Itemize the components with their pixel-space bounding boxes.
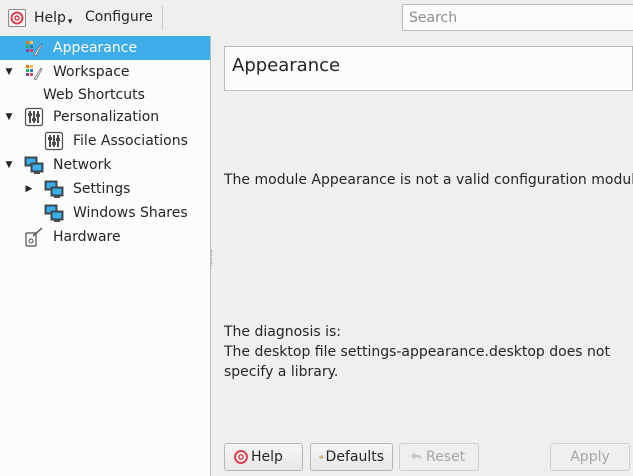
help-menu-label: Help (34, 10, 66, 26)
help-menu-button[interactable]: Help ▾ (8, 6, 72, 30)
network-settings-icon (44, 180, 64, 198)
reset-button[interactable]: Reset (399, 443, 479, 471)
chevron-right-icon[interactable]: ▶ (24, 184, 34, 194)
help-icon (234, 450, 248, 464)
sidebar-item-windows-shares[interactable]: Windows Shares (0, 201, 210, 225)
help-button[interactable]: Help (224, 443, 303, 471)
sidebar-item-web-shortcuts[interactable]: Web Shortcuts (0, 83, 210, 107)
workspace-icon (26, 65, 43, 81)
chevron-down-icon[interactable]: ▼ (4, 112, 14, 122)
sidebar-item-label: Windows Shares (73, 205, 188, 221)
file-associations-icon (44, 131, 64, 151)
sidebar-item-label: Web Shortcuts (43, 87, 145, 103)
apply-button[interactable]: Apply (550, 443, 630, 471)
sidebar-item-label: Hardware (53, 229, 121, 245)
defaults-button-label: Defaults (325, 449, 384, 465)
defaults-button[interactable]: Defaults (310, 443, 393, 471)
sidebar-item-label: Workspace (53, 64, 130, 80)
splitter-handle[interactable] (211, 250, 213, 266)
appearance-icon (26, 41, 43, 57)
sidebar-item-label: Personalization (53, 109, 160, 125)
sidebar-item-hardware[interactable]: Hardware (0, 225, 210, 249)
configure-button[interactable]: Configure (85, 9, 153, 25)
sidebar-item-workspace[interactable]: ▼ Workspace (0, 60, 210, 84)
sidebar-item-label: Appearance (53, 40, 138, 56)
network-icon (24, 156, 44, 174)
error-message: The module Appearance is not a valid con… (224, 172, 633, 188)
help-button-label: Help (251, 449, 283, 465)
chevron-down-icon[interactable]: ▼ (4, 67, 14, 77)
apply-button-label: Apply (570, 449, 610, 465)
chevron-down-icon[interactable]: ▼ (4, 160, 14, 170)
diagnosis-text-continued: specify a library. (224, 364, 339, 380)
page-title: Appearance (232, 55, 341, 76)
module-header: Appearance (224, 46, 633, 91)
sidebar-item-appearance[interactable]: Appearance (0, 36, 210, 60)
personalization-icon (24, 107, 44, 127)
hardware-icon (25, 227, 43, 247)
sidebar-item-personalization[interactable]: ▼ Personalization (0, 105, 210, 129)
sidebar-item-label: Network (53, 157, 112, 173)
undo-icon (411, 452, 422, 460)
sidebar-item-label: Settings (73, 181, 131, 197)
sidebar-item-label: File Associations (73, 133, 188, 149)
toolbar-separator (162, 6, 163, 30)
chevron-down-icon: ▾ (67, 17, 73, 27)
defaults-icon (319, 455, 324, 459)
windows-shares-icon (44, 204, 64, 222)
reset-button-label: Reset (426, 449, 466, 465)
diagnosis-label: The diagnosis is: (224, 324, 341, 340)
sidebar-item-file-associations[interactable]: File Associations (0, 129, 210, 153)
sidebar-item-settings[interactable]: ▶ Settings (0, 177, 210, 201)
toolbar: Help ▾ Configure (0, 0, 633, 36)
help-icon (8, 9, 26, 27)
diagnosis-text: The desktop file settings-appearance.des… (224, 344, 610, 360)
sidebar-tree[interactable]: Appearance ▼ Workspace Web Shortcuts ▼ P… (0, 36, 211, 476)
search-input[interactable] (402, 4, 633, 31)
sidebar-item-network[interactable]: ▼ Network (0, 153, 210, 177)
